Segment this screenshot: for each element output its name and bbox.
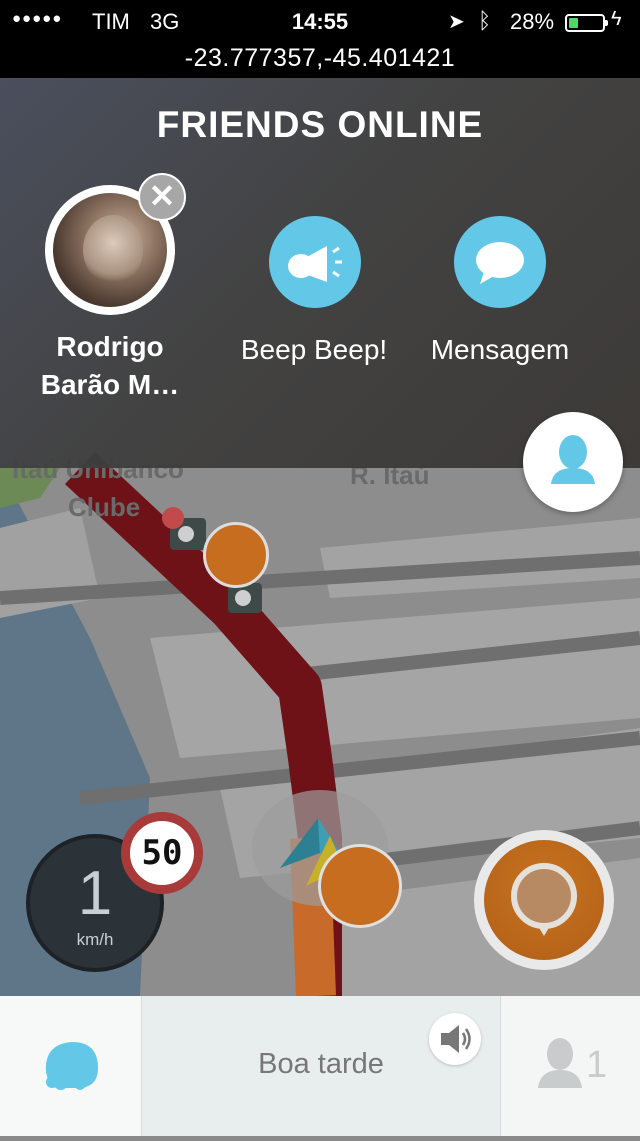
- status-bar: ●●●●● TIM 3G 14:55 ➤ ᛒ 28% ϟ -23.777357,…: [0, 0, 640, 78]
- friend-name: Rodrigo Barão M…: [40, 331, 180, 400]
- friends-button[interactable]: [523, 412, 623, 512]
- report-pin-icon: [511, 863, 577, 936]
- beep-beep-button[interactable]: [269, 216, 361, 308]
- panel-title: FRIENDS ONLINE: [156, 104, 484, 145]
- message-button[interactable]: [454, 216, 546, 308]
- charging-icon: ϟ: [611, 8, 622, 30]
- chat-bubble-icon: [476, 242, 524, 284]
- menu-button[interactable]: [0, 996, 140, 1136]
- location-arrow-icon: ➤: [448, 11, 465, 33]
- bottom-bar: Boa tarde 1: [0, 996, 640, 1136]
- bluetooth-icon: ᛒ: [478, 8, 492, 33]
- battery-percent: 28%: [510, 9, 555, 34]
- person-icon: [538, 1038, 582, 1088]
- close-icon[interactable]: ✕: [138, 173, 186, 221]
- friends-count: 1: [586, 1044, 608, 1086]
- map-label: Clube: [68, 492, 141, 522]
- speed-unit: km/h: [76, 930, 114, 949]
- waze-ghost-icon: [45, 1042, 98, 1090]
- traffic-jam-icon[interactable]: [318, 844, 402, 928]
- message-label: Mensagem: [430, 334, 570, 365]
- battery-icon: [565, 14, 608, 32]
- report-button[interactable]: [474, 830, 614, 970]
- beep-beep-label: Beep Beep!: [240, 334, 388, 365]
- gps-coordinates: -23.777357,-45.401421: [184, 44, 456, 72]
- sound-button[interactable]: [429, 1013, 481, 1065]
- greeting-panel[interactable]: Boa tarde: [141, 996, 501, 1136]
- traffic-jam-icon[interactable]: [203, 522, 269, 588]
- speed-limit-sign: 50: [121, 812, 203, 894]
- friends-list-button[interactable]: 1: [500, 996, 640, 1136]
- horn-icon: [288, 246, 342, 282]
- speaker-icon: [441, 1025, 471, 1053]
- person-icon: [551, 435, 595, 484]
- friends-online-panel: FRIENDS ONLINE Rodrigo Barão M… Beep Bee…: [0, 78, 640, 468]
